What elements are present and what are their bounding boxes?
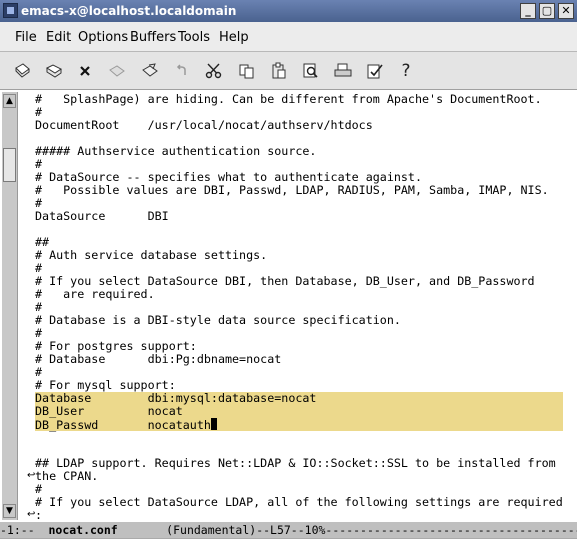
scrollbar-thumb[interactable] <box>3 148 16 182</box>
buffer-line-text: # <box>35 300 43 314</box>
help-icon[interactable]: ? <box>395 60 417 82</box>
buffer-line-text: DB_Passwd nocatauth <box>35 418 211 432</box>
buffer-line-text: ##### Authservice authentication source. <box>35 144 317 158</box>
buffer-line-text: # <box>35 105 43 119</box>
buffer-line[interactable]: : <box>35 509 563 522</box>
copy-icon[interactable] <box>236 60 258 82</box>
buffer-line[interactable]: the CPAN. <box>35 470 563 483</box>
scroll-down-icon[interactable]: ▼ <box>3 504 16 518</box>
buffer-line-text: # For mysql support: <box>35 378 176 392</box>
menu-tools[interactable]: Tools <box>178 30 210 45</box>
window-titlebar[interactable]: emacs-x@localhost.localdomain _ ▢ ✕ <box>0 0 577 22</box>
toolbar: ? <box>0 52 577 90</box>
buffer-line-text: # <box>35 196 43 210</box>
menu-help[interactable]: Help <box>219 30 249 45</box>
buffer-line-text: # <box>35 261 43 275</box>
menu-options[interactable]: Options <box>78 30 128 45</box>
save-icon[interactable] <box>106 60 128 82</box>
buffer-line-text: # If you select DataSource LDAP, all of … <box>35 495 563 509</box>
open-folder-icon[interactable] <box>43 60 65 82</box>
window-title: emacs-x@localhost.localdomain <box>21 4 237 18</box>
modeline-prefix: -1:-- <box>0 523 49 537</box>
buffer-line-text: the CPAN. <box>35 469 99 483</box>
menu-edit[interactable]: Edit <box>46 30 71 45</box>
buffer-line[interactable] <box>35 431 563 444</box>
buffer-line[interactable]: DB_User nocat <box>35 405 563 418</box>
buffer-text[interactable]: # SplashPage) are hiding. Can be differe… <box>35 93 563 522</box>
buffer-line-text: # SplashPage) are hiding. Can be differe… <box>35 92 542 106</box>
app-icon[interactable] <box>3 3 18 18</box>
close-window-button[interactable]: ✕ <box>558 3 574 19</box>
buffer-line-text: # <box>35 365 43 379</box>
buffer-line-text: ## LDAP support. Requires Net::LDAP & IO… <box>35 456 556 470</box>
mode-line[interactable]: -1:-- nocat.conf (Fundamental)--L57--10%… <box>0 522 577 538</box>
modeline-status: (Fundamental)--L57--10%-----------------… <box>117 523 577 537</box>
menu-bar: File Edit Options Buffers Tools Help <box>0 22 577 52</box>
buffer-line[interactable]: DocumentRoot /usr/local/nocat/authserv/h… <box>35 119 563 132</box>
menu-buffers[interactable]: Buffers <box>130 30 176 45</box>
minibuffer[interactable] <box>0 538 577 558</box>
buffer-line-text: DocumentRoot /usr/local/nocat/authserv/h… <box>35 118 373 132</box>
search-icon[interactable] <box>300 60 322 82</box>
buffer-line-text: : <box>35 508 43 522</box>
buffer-line-text: # DataSource -- specifies what to authen… <box>35 170 423 184</box>
buffer-line[interactable]: # Auth service database settings. <box>35 249 563 262</box>
buffer-line[interactable]: # SplashPage) are hiding. Can be differe… <box>35 93 563 106</box>
preferences-icon[interactable] <box>364 60 386 82</box>
buffer-line-text: Database dbi:mysql:database=nocat <box>35 391 317 405</box>
vertical-scrollbar[interactable]: ▲ ▼ <box>2 92 18 520</box>
buffer-line-text: # <box>35 157 43 171</box>
buffer-line[interactable]: ## LDAP support. Requires Net::LDAP & IO… <box>35 457 563 470</box>
modeline-buffer-name: nocat.conf <box>48 523 118 537</box>
buffer-line-text: DB_User nocat <box>35 404 183 418</box>
text-cursor <box>210 418 217 430</box>
buffer-line-text: # Database dbi:Pg:dbname=nocat <box>35 352 282 366</box>
buffer-line-text: # Database is a DBI-style data source sp… <box>35 313 401 327</box>
undo-icon[interactable] <box>171 60 193 82</box>
cut-icon[interactable] <box>203 60 225 82</box>
buffer-line[interactable]: # Database is a DBI-style data source sp… <box>35 314 563 327</box>
buffer-line-text: # For postgres support: <box>35 339 197 353</box>
line-wrap-icon: ↩ <box>27 470 36 481</box>
line-wrap-icon: ↩ <box>27 509 36 520</box>
close-buffer-icon[interactable] <box>74 60 96 82</box>
buffer-line[interactable]: # Possible values are DBI, Passwd, LDAP,… <box>35 184 563 197</box>
buffer-line[interactable]: DataSource DBI <box>35 210 563 223</box>
scroll-up-icon[interactable]: ▲ <box>3 94 16 108</box>
minimize-button[interactable]: _ <box>520 3 536 19</box>
buffer-line-text: # Auth service database settings. <box>35 248 268 262</box>
buffer-line[interactable]: # Database dbi:Pg:dbname=nocat <box>35 353 563 366</box>
buffer-line-text: # <box>35 326 43 340</box>
buffer-line-text: DataSource DBI <box>35 209 169 223</box>
buffer-line[interactable]: # are required. <box>35 288 563 301</box>
menu-file[interactable]: File <box>15 30 37 45</box>
buffer-line-text: # <box>35 482 43 496</box>
maximize-button[interactable]: ▢ <box>539 3 555 19</box>
buffer-line[interactable]: # If you select DataSource LDAP, all of … <box>35 496 563 509</box>
save-as-icon[interactable] <box>139 60 161 82</box>
paste-icon[interactable] <box>268 60 290 82</box>
buffer-line-text: # are required. <box>35 287 155 301</box>
buffer-line-text: # If you select DataSource DBI, then Dat… <box>35 274 535 288</box>
print-icon[interactable] <box>332 60 354 82</box>
buffer-line[interactable]: DB_Passwd nocatauth <box>35 418 563 432</box>
new-file-icon[interactable] <box>11 60 33 82</box>
buffer-line[interactable] <box>35 223 563 236</box>
buffer-line-text: # Possible values are DBI, Passwd, LDAP,… <box>35 183 549 197</box>
buffer-line-text: ## <box>35 235 50 249</box>
buffer-line[interactable]: ##### Authservice authentication source. <box>35 145 563 158</box>
